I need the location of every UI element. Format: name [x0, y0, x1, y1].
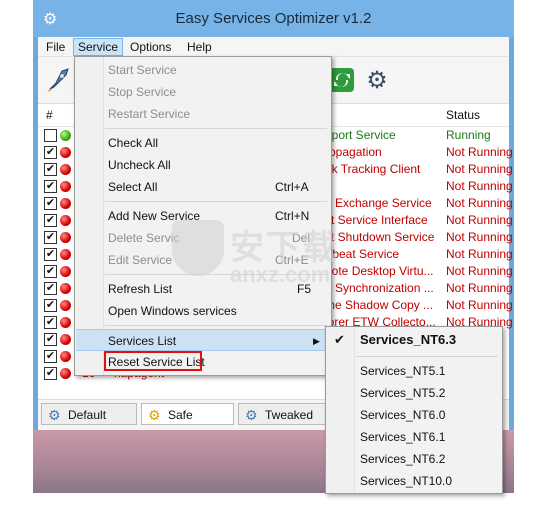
- row-status: Not Running: [446, 230, 513, 244]
- gear-icon: ⚙: [48, 407, 61, 423]
- row-checkbox[interactable]: ✔: [44, 316, 57, 329]
- menu-separator: [105, 128, 327, 129]
- submenu-item[interactable]: Services_NT6.2: [326, 448, 502, 470]
- status-dot-icon: [60, 334, 71, 345]
- row-status: Running: [446, 128, 491, 142]
- watermark-subtext: anxz.com: [230, 262, 331, 287]
- window-title: Easy Services Optimizer v1.2: [175, 10, 372, 27]
- gear-icon: ⚙: [148, 407, 161, 423]
- start-service-item[interactable]: Start Service: [75, 59, 331, 81]
- tab-default[interactable]: ⚙ Default: [41, 403, 137, 425]
- row-status: Not Running: [446, 162, 513, 176]
- row-status: Not Running: [446, 281, 513, 295]
- submenu-item[interactable]: Services_NT10.0: [326, 470, 502, 492]
- menu-service[interactable]: Service: [73, 38, 124, 56]
- row-status: Not Running: [446, 247, 513, 261]
- row-checkbox[interactable]: ✔: [44, 180, 57, 193]
- status-dot-icon: [60, 266, 71, 277]
- row-status: Not Running: [446, 213, 513, 227]
- row-checkbox[interactable]: ✔: [44, 197, 57, 210]
- gears-button[interactable]: ⚙: [360, 63, 394, 97]
- row-name: ropagation: [325, 145, 382, 159]
- submenu-item[interactable]: Services_NT6.1: [326, 426, 502, 448]
- row-status: Not Running: [446, 196, 513, 210]
- status-dot-icon: [60, 164, 71, 175]
- col-number-header[interactable]: #: [46, 108, 53, 122]
- status-dot-icon: [60, 317, 71, 328]
- services-list-item[interactable]: Services List ▶: [76, 329, 330, 351]
- row-checkbox[interactable]: ✔: [44, 299, 57, 312]
- status-dot-icon: [60, 368, 71, 379]
- title-bar[interactable]: ⚙ Easy Services Optimizer v1.2: [33, 0, 514, 37]
- submenu-item-checked[interactable]: ✔ Services_NT6.3: [326, 329, 502, 351]
- row-name: nk Tracking Client: [325, 162, 421, 176]
- row-status: Not Running: [446, 179, 513, 193]
- status-dot-icon: [60, 249, 71, 260]
- status-dot-icon: [60, 232, 71, 243]
- gear-icon: ⚙: [245, 407, 258, 423]
- row-checkbox[interactable]: ✔: [44, 146, 57, 159]
- row-name: y: [325, 178, 441, 195]
- menu-options[interactable]: Options: [126, 39, 175, 55]
- submenu-item[interactable]: Services_NT5.1: [326, 360, 502, 382]
- tab-tweaked-label: Tweaked: [265, 408, 314, 422]
- status-dot-icon: [60, 147, 71, 158]
- status-dot-icon: [60, 198, 71, 209]
- rocket-button[interactable]: [42, 63, 76, 97]
- row-status: Not Running: [446, 298, 513, 312]
- menu-separator: [105, 201, 327, 202]
- menu-help[interactable]: Help: [183, 39, 216, 55]
- row-checkbox[interactable]: [44, 129, 57, 142]
- stop-service-item[interactable]: Stop Service: [75, 81, 331, 103]
- row-checkbox[interactable]: ✔: [44, 163, 57, 176]
- submenu-arrow-icon: ▶: [313, 336, 320, 346]
- tab-safe[interactable]: ⚙ Safe: [141, 403, 234, 425]
- row-checkbox[interactable]: ✔: [44, 248, 57, 261]
- gears-icon: ⚙: [366, 66, 388, 94]
- row-checkbox[interactable]: ✔: [44, 367, 57, 380]
- services-list-submenu: ✔ Services_NT6.3 Services_NT5.1 Services_…: [325, 326, 503, 494]
- col-status-header[interactable]: Status: [446, 108, 480, 122]
- menu-bar: File Service Options Help: [38, 37, 509, 57]
- status-dot-icon: [60, 215, 71, 226]
- submenu-item[interactable]: Services_NT6.0: [326, 404, 502, 426]
- service-menu: Start Service Stop Service Restart Servi…: [74, 56, 332, 376]
- row-status: Not Running: [446, 145, 513, 159]
- row-checkbox[interactable]: ✔: [44, 333, 57, 346]
- row-name: a Exchange Service: [325, 196, 432, 210]
- status-dot-icon: [60, 300, 71, 311]
- uncheck-all-item[interactable]: Uncheck All: [75, 154, 331, 176]
- status-dot-icon: [60, 283, 71, 294]
- select-all-item[interactable]: Select All Ctrl+A: [75, 176, 331, 198]
- shield-icon: [172, 220, 224, 276]
- row-status: Not Running: [446, 264, 513, 278]
- status-dot-icon: [60, 351, 71, 362]
- submenu-separator: [356, 356, 498, 357]
- menu-separator: [105, 325, 327, 326]
- row-checkbox[interactable]: ✔: [44, 265, 57, 278]
- restart-service-item[interactable]: Restart Service: [75, 103, 331, 125]
- status-dot-icon: [60, 181, 71, 192]
- row-checkbox[interactable]: ✔: [44, 231, 57, 244]
- row-checkbox[interactable]: ✔: [44, 350, 57, 363]
- tab-tweaked[interactable]: ⚙ Tweaked: [238, 403, 334, 425]
- watermark: 安下载 anxz.com: [172, 218, 352, 304]
- reset-highlight-box: [104, 351, 202, 371]
- checkmark-icon: ✔: [334, 332, 345, 347]
- menu-file[interactable]: File: [42, 39, 69, 55]
- row-checkbox[interactable]: ✔: [44, 214, 57, 227]
- tab-default-label: Default: [68, 408, 107, 422]
- refresh-icon: [330, 68, 354, 92]
- row-name: pport Service: [325, 128, 396, 142]
- check-all-item[interactable]: Check All: [75, 132, 331, 154]
- submenu-item[interactable]: Services_NT5.2: [326, 382, 502, 404]
- status-dot-icon: [60, 130, 71, 141]
- tab-safe-label: Safe: [168, 408, 193, 422]
- row-checkbox[interactable]: ✔: [44, 282, 57, 295]
- rocket-icon: [47, 68, 69, 92]
